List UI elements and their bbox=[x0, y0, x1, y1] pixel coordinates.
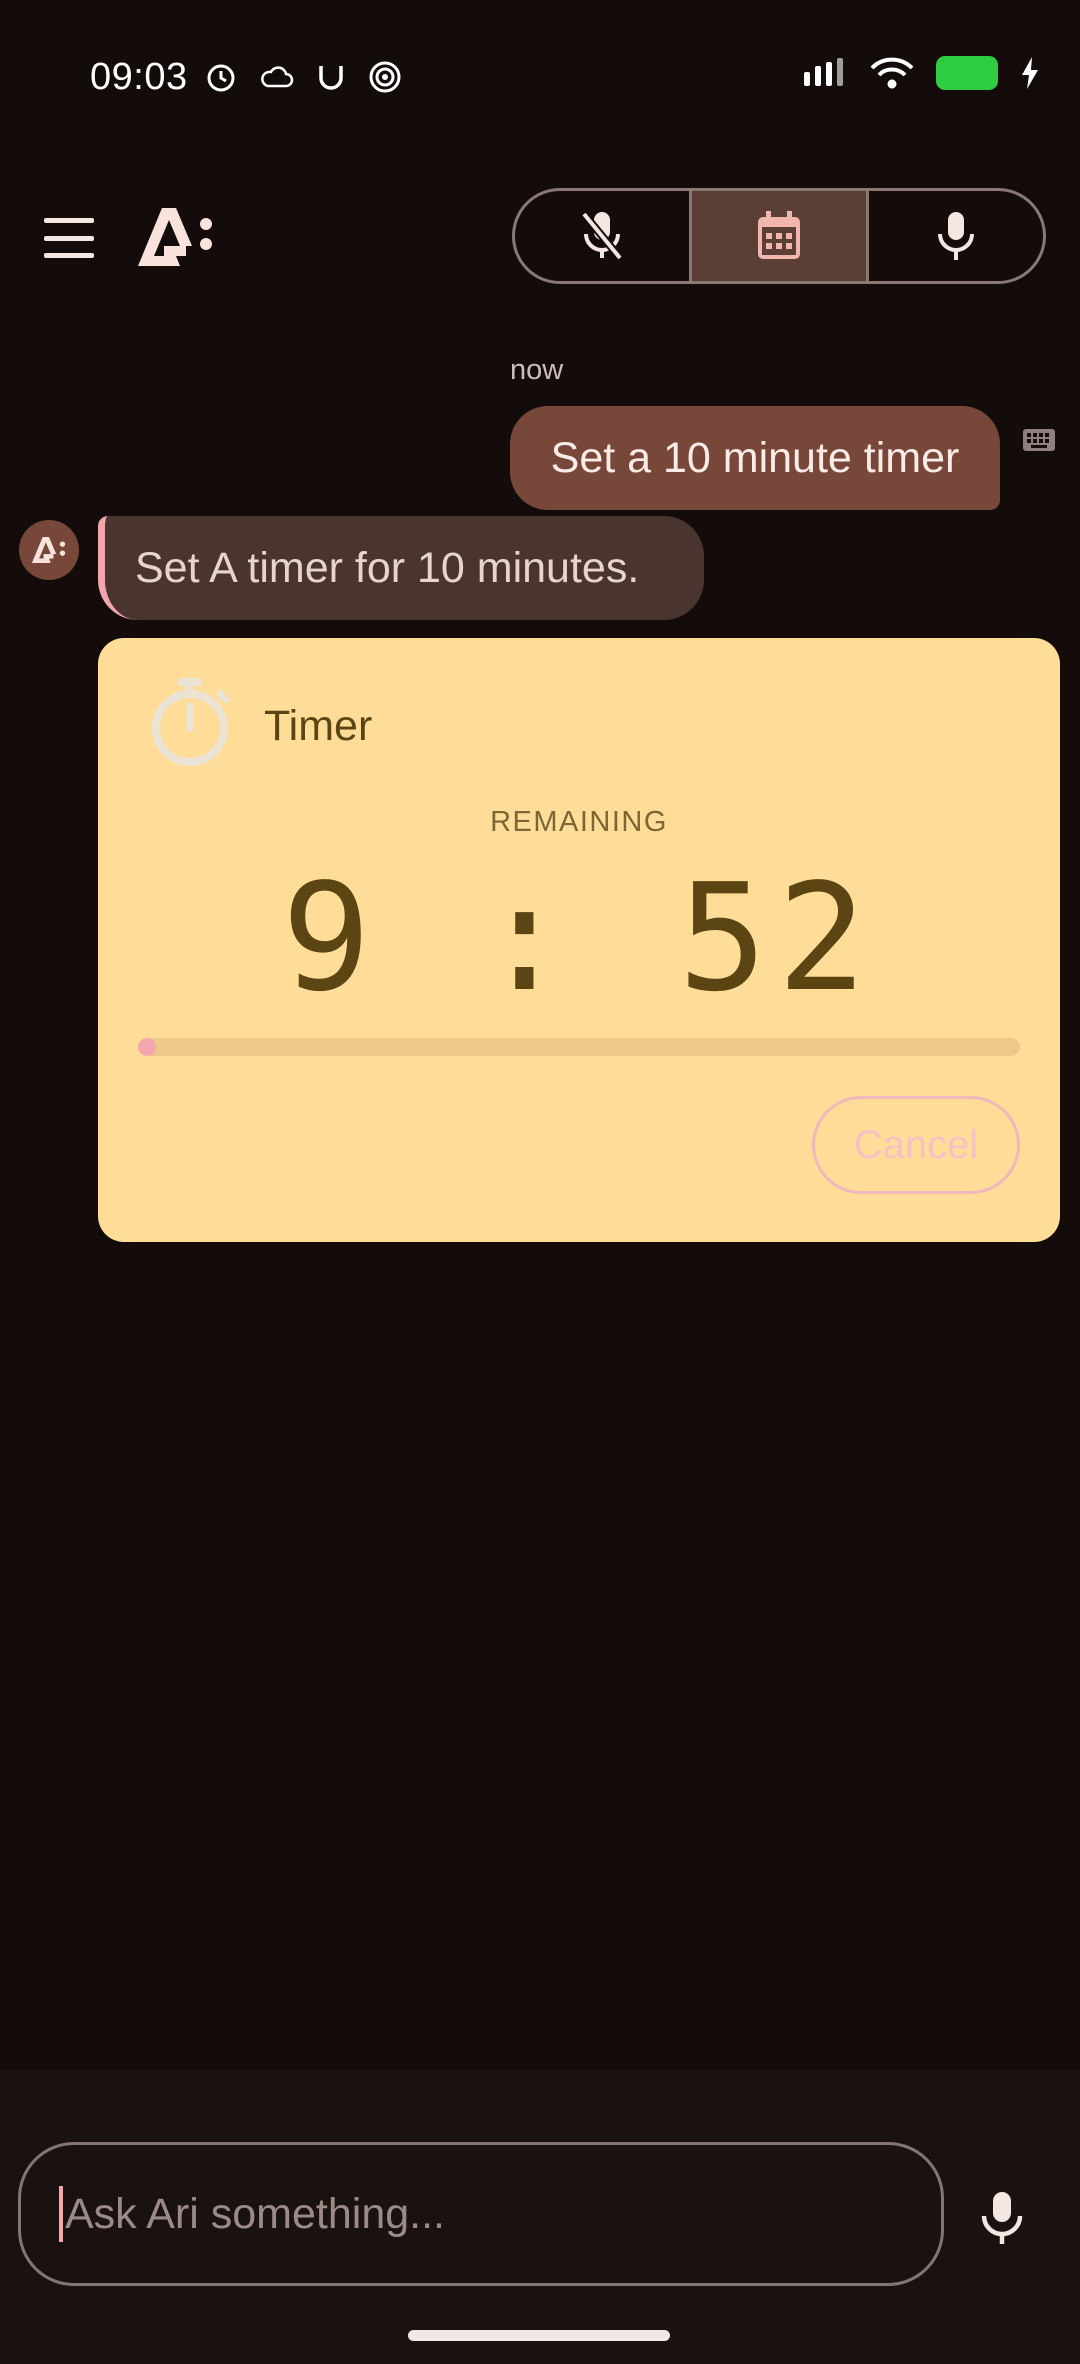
mic-off-icon bbox=[580, 211, 624, 261]
calendar-mode-button[interactable] bbox=[689, 191, 866, 281]
message-timestamp: now bbox=[510, 354, 564, 386]
mode-switch bbox=[512, 188, 1046, 284]
remaining-label: REMAINING bbox=[490, 806, 668, 838]
alarm-icon bbox=[207, 64, 235, 92]
ari-avatar-logo bbox=[31, 536, 66, 564]
u-icon bbox=[319, 66, 343, 90]
status-icons-right bbox=[802, 56, 1040, 90]
status-time: 09:03 bbox=[90, 56, 188, 98]
cloud-icon bbox=[261, 66, 294, 88]
assistant-message-bubble: Set A timer for 10 minutes. bbox=[98, 516, 704, 620]
mic-icon bbox=[938, 212, 974, 260]
timer-progress-bar bbox=[138, 1038, 1020, 1056]
timer-title: Timer bbox=[264, 702, 373, 750]
ask-input[interactable]: Ask Ari something... bbox=[18, 2142, 944, 2286]
calendar-icon bbox=[758, 211, 800, 259]
keyboard-icon bbox=[1023, 429, 1055, 451]
voice-input-mic-icon[interactable] bbox=[980, 2190, 1024, 2246]
countdown-display: 9 : 52 bbox=[281, 852, 877, 1024]
text-caret bbox=[59, 2186, 63, 2242]
voice-mode-button[interactable] bbox=[866, 191, 1043, 281]
wifi-icon bbox=[870, 57, 914, 89]
timer-card: Timer REMAINING 9 : 52 Cancel bbox=[98, 638, 1060, 1242]
status-icons-left bbox=[204, 60, 402, 94]
user-message-bubble: Set a 10 minute timer bbox=[510, 406, 1000, 510]
stopwatch-icon bbox=[152, 678, 230, 766]
menu-button[interactable] bbox=[44, 218, 94, 258]
assistant-avatar bbox=[19, 520, 79, 580]
home-indicator[interactable] bbox=[408, 2330, 670, 2341]
signal-icon bbox=[804, 58, 843, 86]
cancel-timer-button[interactable]: Cancel bbox=[812, 1096, 1020, 1194]
battery-icon bbox=[936, 56, 998, 90]
timer-progress-fill bbox=[138, 1038, 156, 1056]
ari-logo bbox=[138, 208, 212, 266]
spiral-icon bbox=[369, 61, 401, 93]
hamburger-icon bbox=[44, 218, 94, 223]
charging-bolt-icon bbox=[1022, 57, 1038, 89]
ask-input-placeholder: Ask Ari something... bbox=[65, 2189, 445, 2238]
mute-mode-button[interactable] bbox=[515, 191, 689, 281]
